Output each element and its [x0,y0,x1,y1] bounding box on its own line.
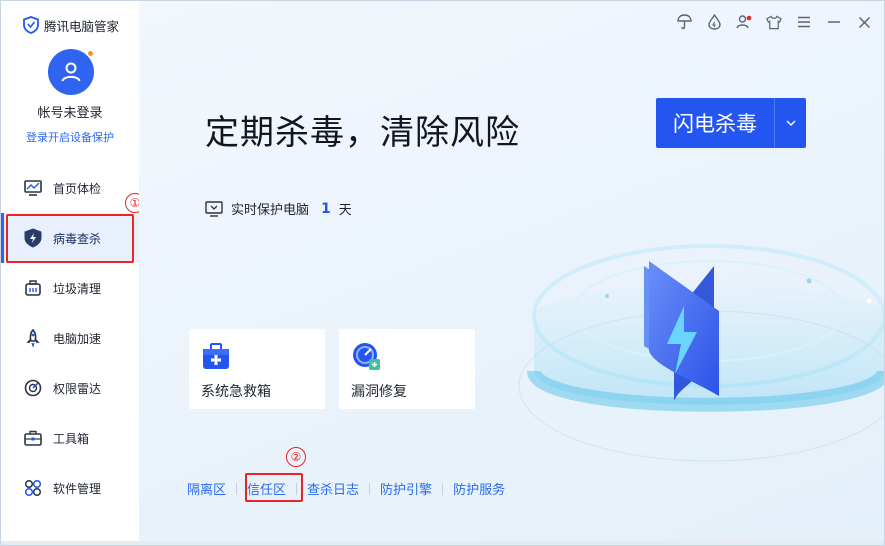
protection-illustration [518,244,884,462]
realtime-protection-status: 实时保护电脑 1 天 [205,199,352,218]
scan-options-dropdown[interactable] [775,120,806,126]
highlight-box-trust-zone [245,473,303,502]
sidebar-item-junk-clean[interactable]: 垃圾清理 [1,263,139,313]
drop-icon[interactable] [706,13,722,31]
link-protection-engine[interactable]: 防护引擎 [370,479,442,498]
login-link[interactable]: 登录开启设备保护 [1,129,139,145]
umbrella-icon[interactable] [676,13,692,31]
protect-text: 实时保护电脑 [231,203,310,218]
title-bar-controls [676,13,872,31]
sidebar-item-label: 电脑加速 [53,331,102,346]
tool-card-vulnerability-fix[interactable]: 漏洞修复 [339,329,475,409]
toolbox-icon [23,428,43,448]
chevron-down-icon [786,120,795,126]
shirt-icon[interactable] [766,13,782,31]
page-headline: 定期杀毒，清除风险 [205,113,520,153]
sidebar-item-speed-up[interactable]: 电脑加速 [1,313,139,363]
sidebar-item-toolbox[interactable]: 工具箱 [1,413,139,463]
link-scan-log[interactable]: 查杀日志 [297,479,369,498]
sidebar-item-label: 软件管理 [53,481,102,496]
app-title: 腾讯电脑管家 [44,18,120,34]
sidebar-item-home-check[interactable]: 首页体检 [1,163,139,213]
minimize-icon[interactable] [826,13,842,31]
rocket-icon [23,328,43,348]
user-alert-icon[interactable] [736,13,752,31]
patch-icon [353,343,380,370]
active-indicator [1,213,4,263]
sidebar-item-label: 垃圾清理 [53,281,102,296]
sidebar: 腾讯电脑管家 帐号未登录 登录开启设备保护 首页体检 病毒查杀 垃圾清理 电脑加… [1,1,139,545]
user-icon [61,62,81,82]
notification-dot [87,50,94,57]
brand: 腾讯电脑管家 [23,15,119,35]
link-protection-service[interactable]: 防护服务 [443,479,515,498]
highlight-box-virus-scan [6,214,134,263]
radar-icon [23,378,43,398]
sidebar-item-label: 首页体检 [53,181,102,196]
bottom-links: 隔离区 信任区 查杀日志 防护引擎 防护服务 [187,479,515,498]
monitor-icon [23,178,43,198]
protect-days: 1 [321,200,331,217]
tool-label: 漏洞修复 [351,384,407,400]
broom-icon [23,278,43,298]
tool-label: 系统急救箱 [201,384,271,400]
monitor-shield-icon [205,200,223,217]
quick-scan-label: 闪电杀毒 [673,112,757,136]
background-strip [1,541,884,545]
sidebar-item-label: 权限雷达 [53,381,102,396]
sidebar-item-software-manager[interactable]: 软件管理 [1,463,139,513]
first-aid-kit-icon [203,343,229,369]
account-status: 帐号未登录 [37,106,103,121]
sidebar-item-permission-radar[interactable]: 权限雷达 [1,363,139,413]
apps-icon [23,478,43,498]
annotation-marker-2: ② [286,447,306,467]
link-quarantine[interactable]: 隔离区 [187,479,236,498]
protect-unit: 天 [338,203,352,218]
avatar[interactable] [48,49,94,95]
main-panel: 定期杀毒，清除风险 闪电杀毒 实时保护电脑 1 天 系统急救箱 漏洞修复 隔离区… [139,1,884,545]
menu-icon[interactable] [796,13,812,31]
close-icon[interactable] [856,13,872,31]
quick-scan-button[interactable]: 闪电杀毒 [656,98,806,148]
tool-card-first-aid[interactable]: 系统急救箱 [189,329,325,409]
app-window: 腾讯电脑管家 帐号未登录 登录开启设备保护 首页体检 病毒查杀 垃圾清理 电脑加… [0,0,885,546]
sidebar-item-label: 工具箱 [53,431,90,446]
tencent-shield-logo-icon [23,16,39,34]
